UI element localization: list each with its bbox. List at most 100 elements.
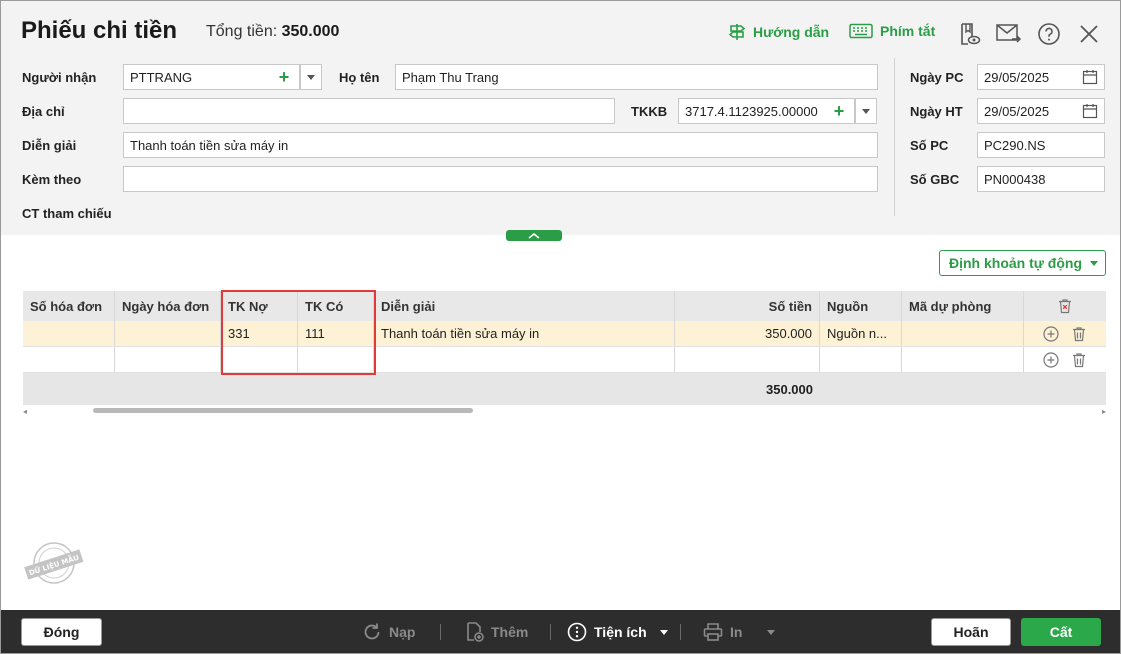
recipient-field[interactable]: PTTRANG + xyxy=(123,64,300,90)
date-ht-label: Ngày HT xyxy=(910,104,963,119)
scroll-left-icon[interactable]: ◂ xyxy=(23,407,27,416)
help-icon xyxy=(1038,23,1060,45)
save-button[interactable]: Cất xyxy=(1021,618,1101,646)
description-value: Thanh toán tiền sửa máy in xyxy=(130,137,289,153)
cell-description[interactable] xyxy=(374,347,675,372)
table-row[interactable] xyxy=(23,347,1106,373)
total-label: Tổng tiền: xyxy=(206,23,278,40)
add-row-icon[interactable] xyxy=(1043,325,1059,342)
description-label: Diễn giải xyxy=(22,138,77,153)
cell-invoice-date[interactable] xyxy=(115,321,221,346)
print-button[interactable]: In xyxy=(703,622,776,642)
column-header[interactable]: Ngày hóa đơn xyxy=(115,291,221,321)
fullname-field[interactable]: Phạm Thu Trang xyxy=(395,64,878,90)
address-label: Địa chỉ xyxy=(22,104,65,119)
scrollbar-thumb[interactable] xyxy=(93,408,473,413)
table-total-row: 350.000 xyxy=(23,373,1106,405)
table-row[interactable]: 331 111 Thanh toán tiền sửa máy in 350.0… xyxy=(23,321,1106,347)
add-label: Thêm xyxy=(491,624,529,640)
table-header: Số hóa đơn Ngày hóa đơn TK Nợ TK Có Diễn… xyxy=(23,291,1106,321)
so-pc-value: PC290.NS xyxy=(984,137,1046,153)
utility-label: Tiện ích xyxy=(594,624,647,640)
cell-invoice-date[interactable] xyxy=(115,347,221,372)
cell-invoice-no[interactable] xyxy=(23,321,115,346)
form-divider xyxy=(894,58,895,216)
so-pc-field[interactable]: PC290.NS xyxy=(977,132,1105,158)
page-title: Phiếu chi tiền xyxy=(21,17,178,44)
recipient-dropdown[interactable] xyxy=(300,64,322,90)
utility-menu-button[interactable]: Tiện ích xyxy=(567,622,668,642)
more-vertical-icon xyxy=(567,622,587,642)
cancel-button[interactable]: Hoãn xyxy=(931,618,1011,646)
send-email-button[interactable] xyxy=(996,21,1022,47)
cell-debit-account[interactable] xyxy=(221,347,298,372)
close-window-button[interactable] xyxy=(1076,21,1102,47)
cell-amount[interactable] xyxy=(675,347,820,372)
bank-account-value: 3717.4.1123925.00000 xyxy=(685,103,818,119)
cell-debit-account[interactable]: 331 xyxy=(221,321,298,346)
recipient-label: Người nhận xyxy=(22,70,97,85)
document-eye-icon xyxy=(961,23,981,45)
so-gbc-field[interactable]: PN000438 xyxy=(977,166,1105,192)
column-header[interactable]: TK Nợ xyxy=(221,291,298,321)
delete-all-rows-button[interactable] xyxy=(1024,291,1106,321)
preview-button[interactable] xyxy=(956,21,982,47)
close-button[interactable]: Đóng xyxy=(21,618,102,646)
reload-button[interactable]: Nạp xyxy=(362,622,415,642)
address-field[interactable] xyxy=(123,98,615,124)
column-header[interactable]: Diễn giải xyxy=(374,291,675,321)
horizontal-scrollbar[interactable]: ◂ ▸ xyxy=(23,406,1106,416)
cell-description[interactable]: Thanh toán tiền sửa máy in xyxy=(374,321,675,346)
sample-data-watermark: DỮ LIỆU MẪU xyxy=(23,539,85,587)
date-pc-value: 29/05/2025 xyxy=(984,69,1050,85)
scroll-right-icon[interactable]: ▸ xyxy=(1102,407,1106,416)
trash-icon[interactable] xyxy=(1071,352,1087,368)
fullname-value: Phạm Thu Trang xyxy=(402,69,499,85)
cell-amount[interactable]: 350.000 xyxy=(675,321,820,346)
column-header[interactable]: Nguồn xyxy=(820,291,902,321)
description-field[interactable]: Thanh toán tiền sửa máy in xyxy=(123,132,878,158)
column-header[interactable]: Mã dự phòng xyxy=(902,291,1024,321)
voucher-header: Phiếu chi tiền Tổng tiền: 350.000 Hướng … xyxy=(1,1,1120,235)
add-document-icon xyxy=(467,622,484,642)
column-header[interactable]: Số tiền xyxy=(675,291,820,321)
chevron-down-icon xyxy=(862,108,870,114)
calendar-icon[interactable] xyxy=(1082,69,1098,85)
close-icon xyxy=(1080,25,1098,43)
cell-source[interactable] xyxy=(820,347,902,372)
date-pc-field[interactable]: 29/05/2025 xyxy=(977,64,1105,90)
guide-link[interactable]: Hướng dẫn xyxy=(728,23,829,41)
delete-all-icon xyxy=(1059,299,1071,314)
auto-entry-button[interactable]: Định khoản tự động xyxy=(939,250,1106,276)
add-button[interactable]: Thêm xyxy=(464,622,528,642)
bank-account-field[interactable]: 3717.4.1123925.00000 + xyxy=(678,98,855,124)
attachment-field[interactable] xyxy=(123,166,878,192)
chevron-down-icon xyxy=(767,629,776,635)
collapse-header-button[interactable] xyxy=(506,230,562,241)
row-actions xyxy=(1024,321,1106,346)
row-actions xyxy=(1024,347,1106,372)
so-pc-label: Số PC xyxy=(910,138,949,153)
add-bank-account-icon[interactable]: + xyxy=(830,102,848,120)
add-recipient-icon[interactable]: + xyxy=(275,68,293,86)
bank-account-dropdown[interactable] xyxy=(855,98,877,124)
add-row-icon[interactable] xyxy=(1043,351,1059,368)
cell-reserve-code[interactable] xyxy=(902,347,1024,372)
cell-source[interactable]: Nguồn n... xyxy=(820,321,902,346)
cell-credit-account[interactable]: 111 xyxy=(298,321,374,346)
calendar-icon[interactable] xyxy=(1082,103,1098,119)
cell-invoice-no[interactable] xyxy=(23,347,115,372)
help-button[interactable] xyxy=(1036,21,1062,47)
attachment-label: Kèm theo xyxy=(22,172,82,187)
date-ht-field[interactable]: 29/05/2025 xyxy=(977,98,1105,124)
cell-credit-account[interactable] xyxy=(298,347,374,372)
cell-reserve-code[interactable] xyxy=(902,321,1024,346)
mail-send-icon xyxy=(996,24,1022,43)
so-gbc-label: Số GBC xyxy=(910,172,960,187)
shortcut-link[interactable]: Phím tắt xyxy=(849,23,935,39)
column-header[interactable]: Số hóa đơn xyxy=(23,291,115,321)
signpost-icon xyxy=(728,24,746,40)
column-header[interactable]: TK Có xyxy=(298,291,374,321)
trash-icon[interactable] xyxy=(1071,326,1087,342)
total-value: 350.000 xyxy=(281,23,340,40)
